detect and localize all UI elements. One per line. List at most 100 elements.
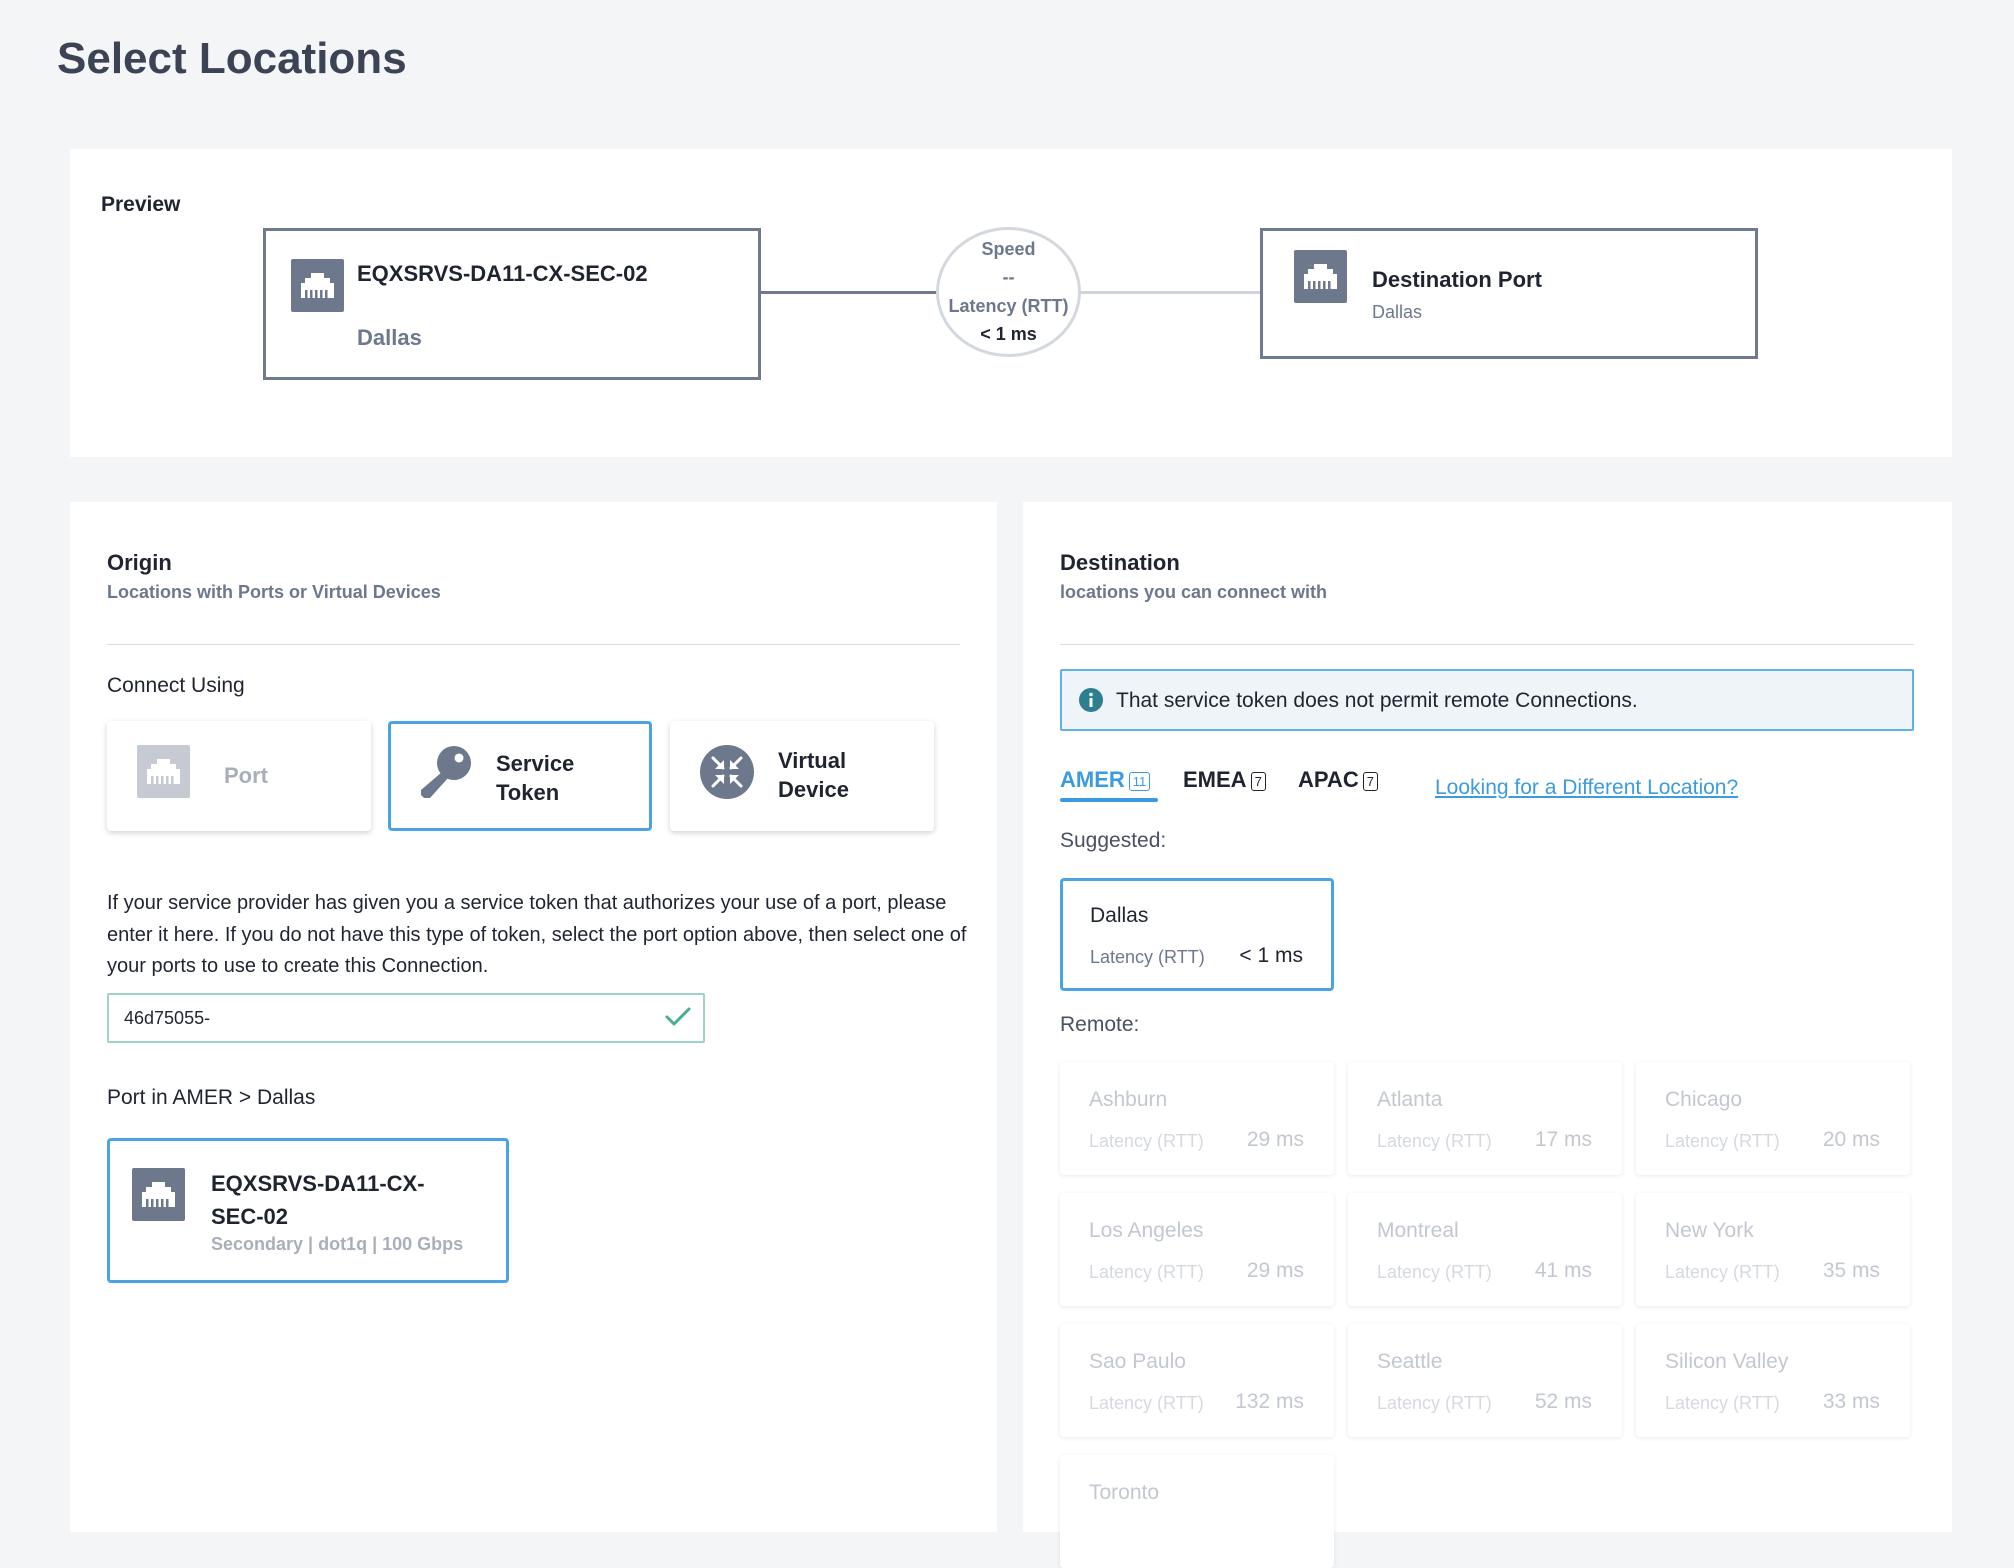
location-name: Atlanta — [1377, 1088, 1443, 1111]
latency-value: < 1 ms — [980, 324, 1037, 344]
port-location-label: Port in AMER > Dallas — [107, 1086, 316, 1109]
location-name: Chicago — [1665, 1088, 1743, 1111]
latency-value: 132 ms — [1235, 1390, 1304, 1413]
remote-location-card-atlanta: Atlanta Latency (RTT) 17 ms — [1348, 1062, 1622, 1175]
ethernet-port-icon — [132, 1168, 185, 1221]
latency-label: Latency (RTT) — [1665, 1393, 1780, 1413]
location-name: Silicon Valley — [1665, 1350, 1789, 1373]
destination-divider — [1060, 644, 1914, 645]
location-name: Los Angeles — [1089, 1219, 1204, 1242]
alert-text: That service token does not permit remot… — [1116, 689, 1638, 712]
latency-label: Latency (RTT) — [1089, 1131, 1204, 1151]
remote-location-card-los-angeles: Los Angeles Latency (RTT) 29 ms — [1060, 1193, 1334, 1306]
remote-location-card-silicon-valley: Silicon Valley Latency (RTT) 33 ms — [1636, 1324, 1910, 1437]
connect-using-port-option[interactable]: Port — [107, 721, 371, 831]
destination-title: Destination — [1060, 550, 1180, 575]
virtual-device-icon — [700, 745, 754, 804]
preview-panel: Preview EQXSRVS-DA11-CX-SEC-02 Dallas Sp… — [70, 149, 1952, 457]
latency-value: 17 ms — [1534, 1128, 1592, 1151]
info-alert: That service token does not permit remot… — [1060, 669, 1914, 731]
origin-title: Origin — [107, 550, 172, 575]
speed-label: Speed — [981, 239, 1036, 259]
service-token-option-label-line1: Service — [496, 751, 575, 776]
remote-location-card-montreal: Montreal Latency (RTT) 41 ms — [1348, 1193, 1622, 1306]
origin-port-card[interactable]: EQXSRVS-DA11-CX-SEC-02 Secondary | dot1q… — [107, 1138, 509, 1283]
active-tab-underline — [1060, 798, 1158, 802]
tab-apac[interactable]: APAC 7 — [1298, 767, 1378, 793]
latency-label: Latency (RTT) — [1090, 947, 1205, 967]
virtual-device-option-label-line2: Device — [778, 777, 849, 802]
tab-amer-label: AMER — [1060, 767, 1125, 792]
preview-origin-node: EQXSRVS-DA11-CX-SEC-02 Dallas — [263, 228, 761, 380]
remote-location-card-toronto: Toronto — [1060, 1455, 1334, 1568]
connect-using-label: Connect Using — [107, 674, 245, 697]
remote-location-card-seattle: Seattle Latency (RTT) 52 ms — [1348, 1324, 1622, 1437]
latency-label: Latency (RTT) — [1377, 1262, 1492, 1282]
tab-amer[interactable]: AMER 11 — [1060, 767, 1151, 793]
remote-label: Remote: — [1060, 1013, 1140, 1036]
connect-using-service-token-option[interactable]: Service Token — [388, 721, 652, 831]
ethernet-port-icon — [291, 259, 344, 312]
connect-using-virtual-device-option[interactable]: Virtual Device — [670, 721, 934, 831]
latency-label: Latency (RTT) — [1089, 1393, 1204, 1413]
latency-value: 41 ms — [1534, 1259, 1592, 1282]
origin-port-card-name: EQXSRVS-DA11-CX-SEC-02 — [211, 1171, 425, 1229]
origin-panel: Origin Locations with Ports or Virtual D… — [70, 502, 997, 1532]
suggested-location-card[interactable]: Dallas Latency (RTT) < 1 ms — [1060, 878, 1334, 991]
remote-location-card-new-york: New York Latency (RTT) 35 ms — [1636, 1193, 1910, 1306]
ethernet-port-icon — [137, 745, 190, 798]
key-icon — [418, 743, 474, 808]
remote-location-card-ashburn: Ashburn Latency (RTT) 29 ms — [1060, 1062, 1334, 1175]
remote-location-card-chicago: Chicago Latency (RTT) 20 ms — [1636, 1062, 1910, 1175]
service-token-option-label-line2: Token — [496, 780, 560, 805]
latency-value: 29 ms — [1246, 1259, 1304, 1282]
suggested-label: Suggested: — [1060, 829, 1167, 852]
speed-value: -- — [1002, 267, 1015, 287]
tab-apac-count: 7 — [1362, 772, 1378, 791]
latency-value: 33 ms — [1822, 1390, 1880, 1413]
location-name: Ashburn — [1089, 1088, 1168, 1111]
destination-panel: Destination locations you can connect wi… — [1023, 502, 1952, 1568]
connection-metrics-circle: Speed -- Latency (RTT) < 1 ms — [936, 227, 1081, 357]
latency-label: Latency (RTT) — [1089, 1262, 1204, 1282]
latency-label: Latency (RTT) — [1377, 1131, 1492, 1151]
latency-label: Latency (RTT) — [1665, 1131, 1780, 1151]
service-token-input[interactable] — [107, 993, 705, 1043]
origin-subtitle: Locations with Ports or Virtual Devices — [107, 582, 441, 602]
location-name: Sao Paulo — [1089, 1350, 1186, 1373]
location-name: Seattle — [1377, 1350, 1443, 1373]
destination-subtitle: locations you can connect with — [1060, 582, 1328, 602]
latency-value: 52 ms — [1534, 1390, 1592, 1413]
tab-emea-label: EMEA — [1183, 767, 1247, 792]
tab-apac-label: APAC — [1298, 767, 1359, 792]
remote-location-card-sao-paulo: Sao Paulo Latency (RTT) 132 ms — [1060, 1324, 1334, 1437]
ethernet-port-icon — [1294, 250, 1347, 303]
destination-location: Dallas — [1372, 302, 1423, 322]
location-name: New York — [1665, 1219, 1754, 1242]
virtual-device-option-label-line1: Virtual — [778, 748, 847, 773]
latency-value: < 1 ms — [1239, 944, 1303, 967]
info-icon — [1079, 688, 1103, 717]
latency-label: Latency (RTT) — [948, 296, 1069, 316]
valid-check-icon — [665, 1006, 691, 1033]
tab-amer-count: 11 — [1128, 772, 1151, 791]
service-token-description: If your service provider has given you a… — [107, 892, 967, 977]
origin-port-card-meta: Secondary | dot1q | 100 Gbps — [211, 1234, 464, 1254]
origin-location: Dallas — [357, 325, 422, 350]
different-location-link[interactable]: Looking for a Different Location? — [1435, 776, 1738, 800]
preview-destination-node: Destination Port Dallas — [1260, 228, 1758, 359]
destination-port-name: Destination Port — [1372, 267, 1542, 292]
origin-divider — [107, 644, 960, 645]
location-name: Toronto — [1089, 1481, 1160, 1504]
location-name: Dallas — [1090, 904, 1149, 927]
page-title: Select Locations — [57, 34, 407, 83]
origin-connector-line — [761, 291, 938, 294]
latency-value: 20 ms — [1822, 1128, 1880, 1151]
location-name: Montreal — [1377, 1219, 1459, 1242]
preview-label: Preview — [101, 193, 181, 216]
destination-connector-line — [1081, 291, 1261, 294]
port-option-label: Port — [224, 763, 268, 788]
tab-emea[interactable]: EMEA 7 — [1183, 767, 1266, 793]
tab-emea-count: 7 — [1250, 772, 1266, 791]
latency-value: 35 ms — [1822, 1259, 1880, 1282]
